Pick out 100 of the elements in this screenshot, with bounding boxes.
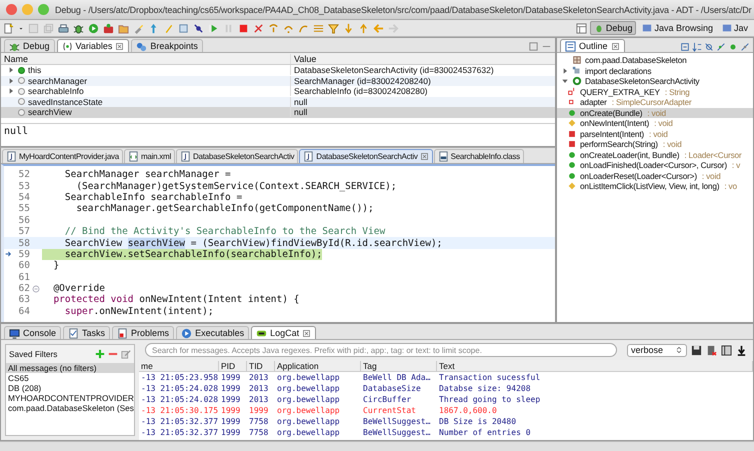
line-number: 64 [18, 306, 30, 317]
folder-icon[interactable] [118, 22, 129, 34]
view-tab[interactable]: Console [4, 326, 62, 339]
view-tab[interactable]: Problems [112, 326, 174, 339]
variable-row[interactable]: this DatabaseSkeletonSearchActivity (id=830024537632) [1, 65, 555, 76]
outline-item[interactable]: QUERY_EXTRA_KEY : String [557, 86, 753, 97]
log-row[interactable]: -13 21:05:32.377 1999 7758 org.bewellapp BeWellSuggest… Number of entries 0 [139, 427, 753, 438]
step-into-icon[interactable] [268, 22, 279, 34]
view-tab[interactable]: Executables [176, 326, 250, 339]
log-row[interactable]: -13 21:05:24.028 1999 2013 org.bewellapp CircBuffer Thread going to sleep [139, 394, 753, 405]
outline-item[interactable]: onLoaderReset(Loader<Cursor>) : void [557, 170, 753, 181]
view-tab[interactable]: Debug [4, 39, 55, 52]
variable-row[interactable]: savedInstanceState null [1, 96, 555, 107]
variable-row[interactable]: searchManager SearchManager (id=830024208240) [1, 76, 555, 86]
column-header[interactable]: Name [1, 54, 291, 64]
column-header[interactable]: me [139, 360, 219, 370]
outline-item[interactable]: onLoadFinished(Loader<Cursor>, Cursor) : v [557, 160, 753, 170]
outline-item[interactable]: import declarations [557, 66, 753, 76]
save-icon[interactable] [691, 344, 702, 356]
editor-tab[interactable]: DatabaseSkeletonSearchActiv [176, 149, 298, 163]
filter-item[interactable]: CS65 [6, 373, 134, 383]
perspective-button[interactable]: Jav [718, 22, 751, 34]
zoom-window-icon[interactable] [38, 4, 49, 15]
log-row[interactable]: -13 21:05:23.958 1999 2013 org.bewellapp BeWell DB Ada… Transaction sucessful [139, 372, 753, 383]
column-header[interactable]: Text [437, 360, 753, 370]
close-icon[interactable] [115, 42, 124, 50]
variable-row[interactable]: searchView null [1, 107, 555, 118]
layout-icon[interactable] [721, 344, 732, 356]
stop-icon[interactable] [238, 22, 249, 34]
line-number: 63 [18, 294, 30, 306]
disconnect-icon[interactable] [253, 22, 264, 34]
public-filter-icon[interactable] [728, 42, 738, 52]
perspective-button[interactable]: Java Browsing [639, 22, 716, 34]
filter-item[interactable]: com.paad.DatabaseSkeleton (Ses [6, 403, 134, 413]
close-icon[interactable] [302, 328, 312, 338]
filter-item[interactable]: All messages (no filters) [6, 363, 134, 373]
filter-item[interactable]: MYHOARDCONTENTPROVIDER [6, 393, 134, 403]
outline-item[interactable]: parseIntent(Intent) : void [557, 128, 753, 139]
outline-item[interactable]: onListItemClick(ListView, View, int, long) : vo [557, 181, 753, 192]
outline-item[interactable]: onCreate(Bundle) : void [557, 108, 753, 118]
editor-tab[interactable]: DatabaseSkeletonSearchActiv [299, 149, 433, 163]
column-header[interactable]: PID [219, 360, 247, 370]
protected-method-icon [567, 118, 577, 128]
editor-tab[interactable]: main.xml [124, 149, 175, 163]
play-icon[interactable] [88, 22, 99, 34]
view-tab[interactable]: Outline [560, 39, 625, 52]
line-number: 61 [18, 272, 30, 283]
edit-icon[interactable] [121, 349, 131, 359]
scroll-lock-icon[interactable] [736, 344, 747, 356]
toolbox-icon[interactable] [103, 22, 114, 34]
hide-static-icon[interactable] [716, 42, 726, 52]
search-field[interactable]: Search for messages. Accepts Java regexes. Prefix with pid:, app:, tag: or text: to limit scope. [145, 343, 617, 357]
fold-icon[interactable] [32, 284, 40, 293]
back-icon[interactable] [373, 22, 384, 34]
filter-icon[interactable] [328, 22, 339, 34]
resume-icon[interactable] [208, 22, 219, 34]
outline-item[interactable]: adapter : SimpleCursorAdapter [557, 97, 753, 108]
plus-icon[interactable] [95, 349, 105, 359]
log-row[interactable]: -13 21:05:32.377 1999 7758 org.bewellapp BeWellSuggest… DB Size is 20480 [139, 416, 753, 427]
printer-icon[interactable] [58, 22, 69, 34]
filter-item[interactable]: DB (208) [6, 383, 134, 393]
close-window-icon[interactable] [6, 4, 17, 15]
outline-item[interactable]: onCreateLoader(int, Bundle) : Loader<Cursor [557, 150, 753, 160]
log-row[interactable]: -13 21:05:24.028 1999 2013 org.bewellapp DatabaseSize Databse size: 94208 [139, 383, 753, 394]
perspective-icon[interactable] [576, 22, 587, 34]
hide-fields-icon[interactable] [704, 42, 714, 52]
editor-tab[interactable]: MyHoardContentProvider.java [2, 149, 123, 163]
variable-name: searchView [28, 107, 72, 118]
variable-row[interactable]: searchableInfo SearchableInfo (id=830024208280) [1, 86, 555, 96]
java-file-icon [180, 151, 191, 162]
flashlight-icon[interactable] [133, 22, 144, 34]
down-arrow-icon[interactable] [343, 22, 354, 34]
drop-frame-icon[interactable] [313, 22, 324, 34]
column-header[interactable]: Tag [361, 360, 437, 370]
close-icon[interactable] [420, 152, 429, 161]
clear-log-icon[interactable] [706, 344, 717, 356]
sort-icon[interactable] [692, 42, 702, 52]
step-return-icon[interactable] [298, 22, 309, 34]
close-icon[interactable] [610, 42, 620, 50]
log-level-dropdown[interactable]: verbose [627, 344, 687, 356]
up-arrow-icon[interactable] [358, 22, 369, 34]
outline-item[interactable]: onNewIntent(Intent) : void [557, 118, 753, 128]
view-tab[interactable]: Variables [56, 39, 130, 52]
view-tab[interactable]: Breakpoints [131, 39, 203, 52]
log-row[interactable]: -13 21:05:30.175 1999 1999 org.bewellapp CurrentStat 1867.0,600.0 [139, 405, 753, 416]
view-tool-icon[interactable] [528, 41, 539, 52]
perspective-button[interactable]: Debug [590, 21, 636, 35]
outline-item[interactable]: com.paad.DatabaseSkeleton [557, 55, 753, 66]
hide-local-types-icon[interactable] [740, 42, 750, 52]
column-header[interactable]: Value [291, 54, 316, 64]
view-tab[interactable]: Tasks [63, 326, 110, 339]
column-header[interactable]: Application [275, 360, 361, 370]
editor-tab[interactable]: SearchableInfo.class [434, 149, 524, 163]
column-header[interactable]: TID [247, 360, 275, 370]
outline-item[interactable]: DatabaseSkeletonSearchActivity [557, 76, 753, 86]
collapse-all-icon[interactable] [680, 42, 690, 52]
view-tab[interactable]: LogCat [251, 326, 316, 339]
new-file-icon[interactable] [3, 22, 14, 34]
line-number: 57 [18, 226, 30, 238]
outline-item[interactable]: performSearch(String) : void [557, 139, 753, 150]
